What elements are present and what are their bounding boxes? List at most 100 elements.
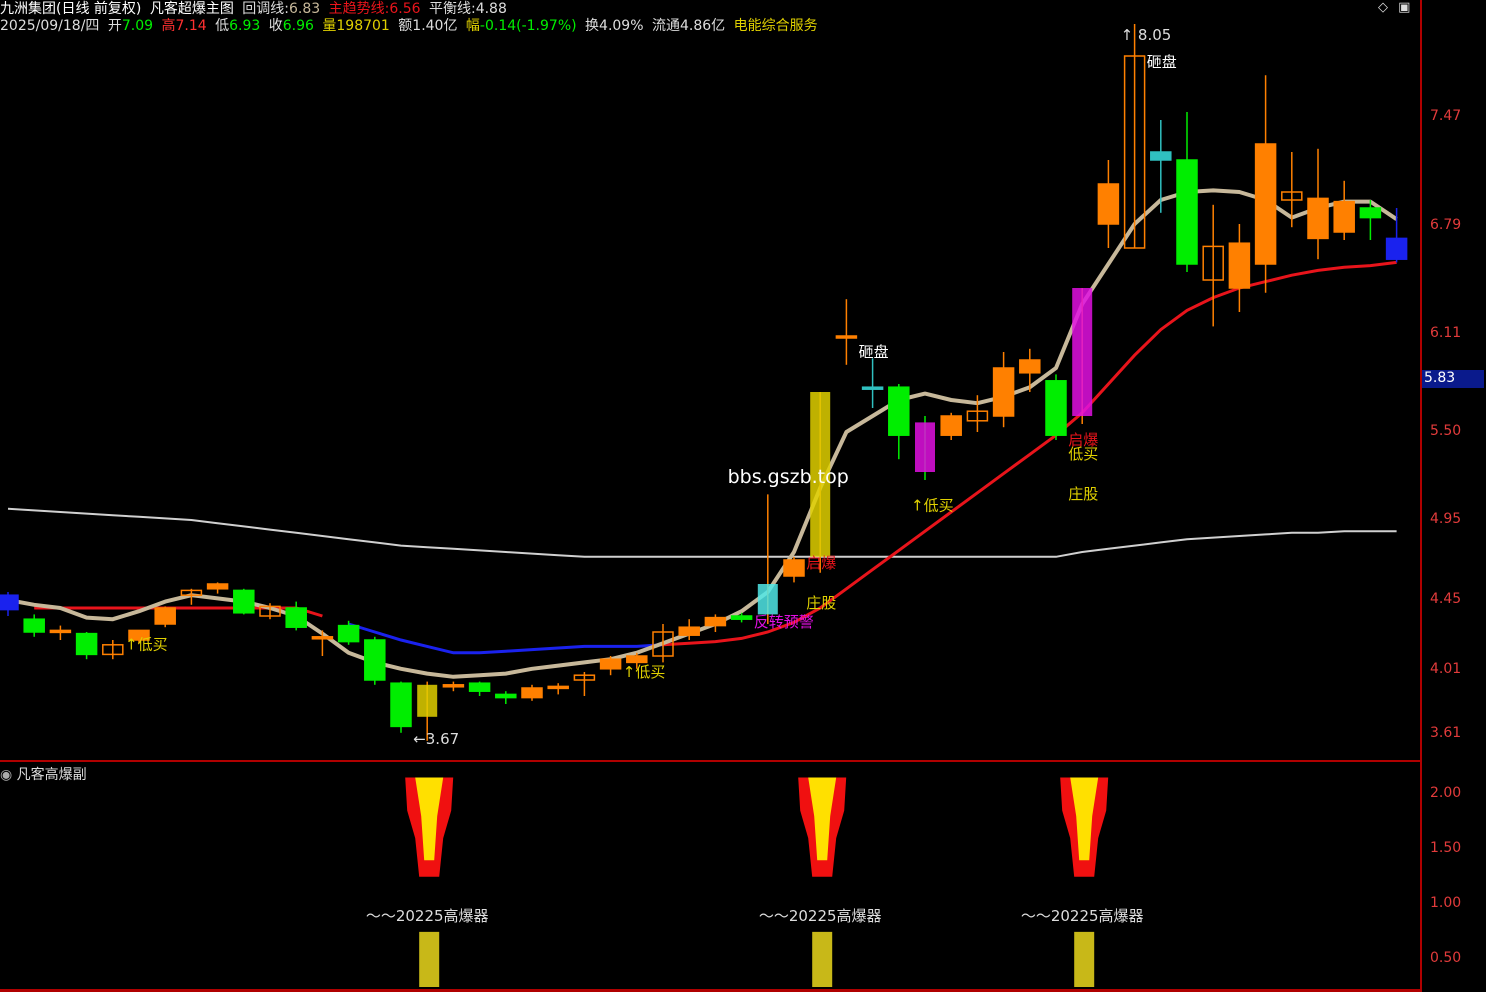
signal-candle	[757, 584, 778, 615]
candle-body	[0, 594, 19, 611]
candle-body	[1097, 183, 1120, 225]
chart-annotation: ↑低买	[125, 636, 168, 654]
signal-bar	[812, 931, 833, 987]
turn-label: 换	[585, 18, 600, 34]
candle-body	[1307, 197, 1329, 240]
collapse-icon[interactable]: ◉	[0, 767, 12, 783]
signal-bar	[419, 931, 440, 987]
candle-body	[442, 684, 465, 688]
candle-body	[1150, 151, 1172, 161]
high-value: 7.14	[175, 18, 207, 34]
chart-annotation: 启爆	[1068, 431, 1098, 449]
candle-body	[311, 636, 334, 640]
vol-label: 量	[322, 18, 337, 34]
sub-panel-title[interactable]: ◉ 凡客高爆副	[0, 764, 87, 784]
right-axis-border	[1420, 0, 1422, 992]
chart-annotation: 庄股	[806, 594, 836, 612]
amt-value: 1.40亿	[412, 18, 458, 34]
restore-icon[interactable]: ▣	[1398, 0, 1410, 15]
chg-value: -0.14(-1.97%)	[479, 18, 577, 34]
turn-value: 4.09%	[599, 18, 644, 34]
candle-body	[835, 335, 858, 339]
window-controls[interactable]: ◇ ▣	[1378, 0, 1410, 15]
signal-candle	[915, 422, 935, 472]
signal-candle	[417, 684, 438, 717]
candle-body	[233, 589, 255, 614]
price-tick: 4.45	[1430, 591, 1462, 607]
price-tick: 6.79	[1430, 216, 1462, 233]
chart-annotation: bbs.gszb.top	[728, 466, 849, 488]
signal-bar	[1074, 931, 1095, 987]
balance-line	[7, 507, 1397, 558]
sub-tick: 1.50	[1430, 840, 1462, 857]
candle-body	[154, 607, 176, 625]
open-label: 开	[107, 18, 122, 34]
candle-body	[599, 658, 622, 670]
candle-body	[1176, 159, 1198, 265]
candle-body	[940, 415, 962, 436]
chart-annotation: ↑低买	[911, 496, 954, 514]
low-label: 低	[215, 18, 230, 34]
candle-body	[861, 386, 884, 390]
chart-annotation: 反转预警	[754, 613, 814, 631]
signal-label: ～～20225高爆器	[1021, 907, 1144, 925]
candle-body	[783, 559, 805, 577]
candle-body	[626, 655, 648, 664]
signal-candle	[1072, 288, 1093, 416]
vol-value: 198701	[336, 18, 390, 34]
candle-body	[364, 639, 386, 681]
candle-body	[521, 687, 543, 699]
open-value: 7.09	[121, 18, 154, 34]
candle-body	[992, 367, 1015, 417]
candle-body	[337, 624, 360, 643]
amt-label: 额	[398, 18, 413, 34]
candle-body	[678, 626, 700, 636]
sub-chart[interactable]: ～～20225高爆器 ～～20225高爆器 ～～20225高爆器	[0, 762, 1420, 990]
sector-label[interactable]: 电能综合服务	[734, 18, 818, 34]
diamond-icon[interactable]: ◇	[1378, 0, 1388, 15]
candle-body	[1045, 380, 1067, 436]
candle-body	[1254, 143, 1277, 265]
signal-label: ～～20225高爆器	[759, 907, 882, 925]
chart-annotation: 启爆	[806, 554, 836, 572]
candle-body	[49, 629, 72, 634]
candle-body	[23, 618, 45, 633]
high-label: 高	[161, 18, 176, 34]
candle-body	[730, 615, 753, 620]
candle-body	[1385, 237, 1408, 260]
float-value: 4.86亿	[679, 18, 726, 34]
candle-body	[888, 386, 910, 436]
candle-body	[547, 685, 569, 690]
candle-body	[1019, 359, 1041, 374]
candle-body	[495, 693, 517, 699]
candle-body	[206, 583, 229, 590]
candle-body	[390, 682, 412, 728]
float-label: 流通	[651, 18, 680, 34]
price-tick: 5.50	[1430, 423, 1462, 439]
candle-body	[1333, 200, 1355, 233]
candle-body	[704, 616, 727, 627]
signal-label: ～～20225高爆器	[366, 907, 489, 925]
sub-tick: 1.00	[1430, 895, 1462, 912]
price-tick: 4.95	[1430, 511, 1462, 527]
sub-tick: 2.00	[1430, 785, 1462, 802]
chg-label: 幅	[465, 18, 480, 34]
chart-annotation: ↑低买	[623, 663, 666, 681]
trend-line-down	[348, 622, 664, 655]
price-tick: 6.11	[1430, 325, 1462, 342]
close-label: 收	[268, 18, 283, 34]
candle-body	[1228, 242, 1251, 289]
candle-body	[75, 632, 98, 656]
chart-annotation: 庄股	[1068, 485, 1098, 503]
price-tick: 4.01	[1430, 661, 1462, 678]
sub-tick: 0.50	[1430, 950, 1462, 967]
candle-body	[468, 682, 491, 692]
candle-body	[1359, 207, 1382, 219]
main-chart[interactable]: ↑低买←3.67↑低买反转预警庄股启爆bbs.gszb.top砸盘↑低买低买启爆…	[0, 0, 1420, 760]
chart-annotation: ←3.67	[413, 730, 459, 748]
info-bar: 九洲集团(日线 前复权) 凡客超爆主图 回调线:6.83 主趋势线:6.56 平…	[0, 0, 1420, 34]
panel-divider[interactable]	[0, 760, 1422, 762]
chart-annotation: 砸盘	[1147, 53, 1177, 71]
low-value: 6.93	[229, 18, 261, 34]
current-price-tag: 5.83	[1422, 370, 1484, 389]
